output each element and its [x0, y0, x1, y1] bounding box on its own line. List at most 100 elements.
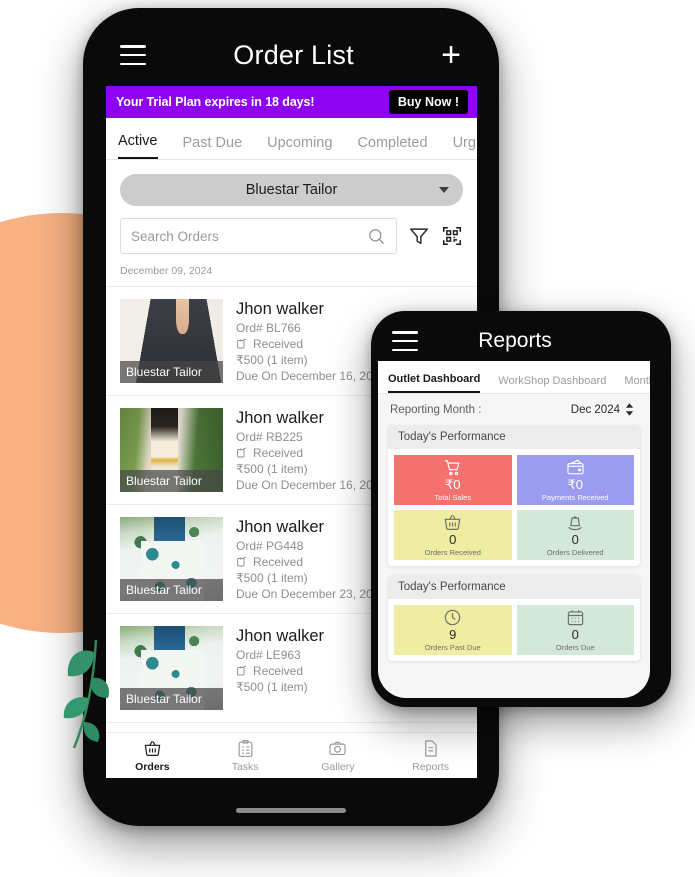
- basket-icon: [144, 740, 161, 756]
- order-thumbnail: Bluestar Tailor: [120, 299, 223, 383]
- order-status: Received: [236, 337, 386, 351]
- reports-tabs: Outlet Dashboard WorkShop Dashboard Mont…: [378, 361, 650, 394]
- qr-scan-icon[interactable]: [441, 225, 463, 247]
- clipboard-check-icon: [237, 556, 247, 567]
- camera-icon: [329, 741, 346, 755]
- stat-caption: Payments Received: [541, 493, 609, 503]
- thumbnail-outlet-label: Bluestar Tailor: [120, 688, 223, 710]
- clipboard-check-icon: [237, 447, 247, 458]
- reports-screen: Outlet Dashboard WorkShop Dashboard Mont…: [378, 361, 650, 698]
- order-due-date: Due On December 23, 2024: [236, 587, 387, 601]
- order-list-header: Order List +: [106, 24, 477, 86]
- reporting-month-row: Reporting Month : Dec 2024: [378, 394, 650, 425]
- order-details: Jhon walker Ord# RB225 Received ₹500 (1 …: [236, 408, 386, 492]
- order-status: Received: [236, 555, 386, 569]
- trial-banner: Your Trial Plan expires in 18 days! Buy …: [106, 86, 477, 118]
- hamburger-icon[interactable]: [392, 331, 418, 351]
- stat-caption: Orders Due: [555, 643, 595, 653]
- tab-past-due[interactable]: Past Due: [183, 135, 243, 159]
- outlet-selector-wrap: Bluestar Tailor: [106, 160, 477, 206]
- home-indicator: [236, 808, 346, 813]
- stat-grid: ₹0 Total Sales ₹0 Payments Received 0 Or…: [388, 449, 640, 566]
- stat-value: 9: [449, 626, 457, 642]
- performance-card-secondary: Today's Performance 9 Orders Past Due 0 …: [388, 575, 640, 661]
- wallet-icon: [567, 459, 584, 475]
- order-due-date: Due On December 16, 2024: [236, 478, 387, 492]
- order-details: Jhon walker Ord# BL766 Received ₹500 (1 …: [236, 299, 386, 383]
- search-input[interactable]: Search Orders: [120, 218, 397, 254]
- tab-workshop-dashboard[interactable]: WorkShop Dashboard: [498, 375, 606, 393]
- status-badge-orders-received[interactable]: 0 Orders Received: [394, 510, 512, 560]
- order-id: Ord# LE963: [236, 648, 301, 662]
- updown-arrows-icon: [625, 403, 634, 416]
- decorative-plant: [63, 639, 110, 749]
- search-icon[interactable]: [367, 227, 386, 246]
- nav-item-reports[interactable]: Reports: [384, 733, 477, 778]
- clipboard-check-icon: [237, 338, 247, 349]
- plus-icon[interactable]: +: [441, 38, 463, 72]
- cart-icon: [445, 460, 460, 475]
- order-amount: ₹500 (1 item): [236, 680, 308, 694]
- reporting-month-stepper[interactable]: Dec 2024: [571, 403, 634, 416]
- performance-card: Today's Performance ₹0 Total Sales ₹0 Pa…: [388, 425, 640, 566]
- nav-item-tasks[interactable]: Tasks: [199, 733, 292, 778]
- buy-now-button[interactable]: Buy Now !: [388, 90, 468, 114]
- order-thumbnail: Bluestar Tailor: [120, 517, 223, 601]
- hamburger-icon[interactable]: [120, 45, 146, 65]
- nav-label-reports: Reports: [412, 760, 449, 773]
- order-thumbnail: Bluestar Tailor: [120, 408, 223, 492]
- card-title: Today's Performance: [388, 575, 640, 599]
- order-status-label: Received: [253, 664, 304, 678]
- calendar-icon: [567, 610, 583, 626]
- tab-monthly-dashboard[interactable]: Monthly D: [624, 375, 650, 393]
- tab-outlet-dashboard[interactable]: Outlet Dashboard: [388, 373, 481, 393]
- order-status-tabs: Active Past Due Upcoming Completed Urg: [106, 118, 477, 160]
- thumbnail-outlet-label: Bluestar Tailor: [120, 470, 223, 492]
- bag-hand-icon: [568, 516, 582, 531]
- order-status: Received: [236, 664, 324, 678]
- tab-active[interactable]: Active: [118, 133, 158, 159]
- card-title: Today's Performance: [388, 425, 640, 449]
- status-badge-orders-delivered[interactable]: 0 Orders Delivered: [516, 510, 634, 560]
- stat-caption: Orders Past Due: [424, 643, 481, 653]
- search-toolbar: Search Orders: [106, 206, 477, 254]
- nav-item-orders[interactable]: Orders: [106, 733, 199, 778]
- order-id: Ord# RB225: [236, 430, 303, 444]
- status-badge-total-sales[interactable]: ₹0 Total Sales: [394, 455, 512, 505]
- tab-completed[interactable]: Completed: [357, 135, 427, 159]
- order-amount: ₹500 (1 item): [236, 353, 308, 367]
- tab-urgent[interactable]: Urg: [453, 135, 476, 159]
- search-placeholder: Search Orders: [131, 228, 219, 244]
- order-details: Jhon walker Ord# PG448 Received ₹500 (1 …: [236, 517, 386, 601]
- filter-icon[interactable]: [408, 225, 430, 247]
- stat-caption: Orders Received: [424, 548, 481, 558]
- thumbnail-outlet-label: Bluestar Tailor: [120, 579, 223, 601]
- tab-upcoming[interactable]: Upcoming: [267, 135, 332, 159]
- clipboard-icon: [238, 739, 253, 757]
- bottom-navigation: Orders Tasks Gallery Reports: [106, 732, 477, 778]
- order-id: Ord# PG448: [236, 539, 304, 553]
- date-separator: December 09, 2024: [106, 254, 477, 287]
- reports-header: Reports: [378, 321, 650, 361]
- reporting-month-value: Dec 2024: [570, 403, 620, 416]
- customer-name: Jhon walker: [236, 627, 325, 645]
- stat-value: 0: [449, 531, 457, 547]
- stat-value: 0: [571, 626, 579, 642]
- reports-phone: Reports Outlet Dashboard WorkShop Dashbo…: [371, 311, 671, 707]
- status-badge-payments-received[interactable]: ₹0 Payments Received: [516, 455, 634, 505]
- order-status-label: Received: [253, 555, 304, 569]
- stat-caption: Total Sales: [434, 493, 472, 503]
- reports-page-title: Reports: [478, 329, 552, 352]
- status-badge-orders-past-due[interactable]: 9 Orders Past Due: [394, 605, 512, 655]
- nav-item-gallery[interactable]: Gallery: [292, 733, 385, 778]
- status-badge-orders-due[interactable]: 0 Orders Due: [516, 605, 634, 655]
- order-amount: ₹500 (1 item): [236, 571, 308, 585]
- outlet-selector[interactable]: Bluestar Tailor: [120, 174, 463, 206]
- customer-name: Jhon walker: [236, 518, 325, 536]
- order-details: Jhon walker Ord# LE963 Received ₹500 (1 …: [236, 626, 324, 710]
- customer-name: Jhon walker: [236, 300, 325, 318]
- stat-value: ₹0: [567, 476, 583, 492]
- nav-label-tasks: Tasks: [231, 760, 259, 773]
- basket-icon: [444, 514, 461, 530]
- document-icon: [425, 739, 437, 757]
